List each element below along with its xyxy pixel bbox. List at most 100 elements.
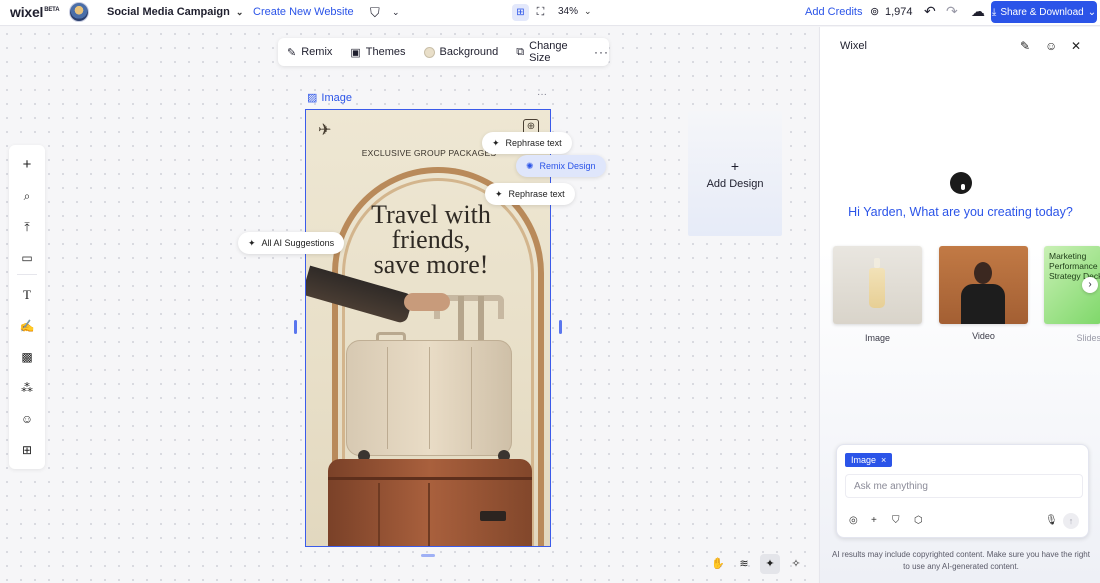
design-headline[interactable]: Travel with friends, save more! <box>336 202 526 278</box>
divider <box>17 274 37 275</box>
draw-icon[interactable]: ✍ <box>9 316 45 336</box>
grid-view-icon[interactable]: ⊞ <box>512 4 529 21</box>
shapes-icon[interactable]: ⁂ <box>9 378 45 398</box>
create-website-link[interactable]: Create New Website <box>253 6 354 18</box>
focus-frame-icon[interactable]: ⛶ <box>532 4 549 21</box>
layers-icon[interactable]: ≋ <box>734 554 754 574</box>
media-icon[interactable]: ▩ <box>9 347 45 367</box>
project-name-dropdown[interactable]: Social Media Campaign ⌄ <box>107 6 243 18</box>
chip-close-icon[interactable]: × <box>881 455 886 465</box>
ai-sparkle-icon[interactable]: ✦ <box>760 554 780 574</box>
share-download-button[interactable]: ⤓ Share & Download ⌄ <box>991 1 1097 23</box>
resize-handle-right[interactable] <box>559 320 562 334</box>
sparkle-icon: ✦ <box>495 188 503 199</box>
background-button[interactable]: Background <box>415 46 508 58</box>
image-card-label: Image <box>864 333 890 343</box>
undo-icon[interactable]: ↶ <box>924 3 936 20</box>
canvas[interactable]: ✎ Remix ▣ Themes Background ⧉ Change Size ·… <box>0 27 818 583</box>
close-icon[interactable]: ✕ <box>1071 39 1081 53</box>
video-card[interactable] <box>939 246 1028 324</box>
smile-icon[interactable]: ☺ <box>1045 39 1057 53</box>
person-head <box>974 262 992 284</box>
traveler-hand <box>404 293 450 311</box>
luggage-pole <box>458 296 464 346</box>
chevron-down-icon: ⌄ <box>235 7 244 17</box>
chevron-down-icon: ⌄ <box>584 6 592 16</box>
resize-handle-left[interactable] <box>294 320 297 334</box>
remix-icon: ✎ <box>287 46 297 59</box>
ai-disclaimer: AI results may include copyrighted conte… <box>832 550 1090 571</box>
chevron-down-icon[interactable]: ⌄ <box>392 7 400 18</box>
ai-assistant-panel: Wixel ✎ ☺ ✕ Hi Yarden, What are you crea… <box>819 27 1100 583</box>
new-chat-icon[interactable]: ✎ <box>1020 39 1030 53</box>
resize-handle-bottom[interactable] <box>421 554 435 557</box>
suitcase-rib <box>471 347 472 449</box>
context-chip[interactable]: Image × <box>845 453 893 467</box>
folder-icon[interactable]: ▭ <box>9 248 45 268</box>
chevron-down-icon: ⌄ <box>1087 6 1097 18</box>
image-card[interactable] <box>833 246 922 324</box>
add-icon[interactable]: + <box>9 155 45 175</box>
upload-icon[interactable]: ⤒ <box>9 217 45 237</box>
suitcase-rib <box>428 483 430 546</box>
change-size-button[interactable]: ⧉ Change Size <box>507 40 591 64</box>
cloud-save-icon[interactable]: ☁ <box>971 3 985 20</box>
more-options-icon[interactable]: ··· <box>594 45 609 59</box>
hand-tool-icon[interactable]: ✋ <box>708 554 728 574</box>
chat-composer: Image× ◎ + ⛉ ⬡ 🎙 ↑ <box>836 444 1089 538</box>
serum-bottle <box>869 258 885 308</box>
add-design-label: Add Design <box>706 177 764 190</box>
left-toolbar: + ⌕ ⤒ ▭ T ✍ ▩ ⁂ ☺ ⊞ <box>9 145 45 469</box>
assistant-logo-icon <box>950 172 972 194</box>
top-bar: wixelBETA Social Media Campaign ⌄ Create … <box>0 0 1100 26</box>
zoom-dropdown[interactable]: 34% ⌄ <box>558 6 592 17</box>
zoom-level: 34% <box>558 6 579 17</box>
emoji-icon[interactable]: ☺ <box>9 409 45 429</box>
selection-more-icon[interactable]: ··· <box>537 89 547 100</box>
person-body <box>961 284 1005 324</box>
text-icon[interactable]: T <box>9 285 45 305</box>
selection-label: ▨ Image <box>307 91 352 105</box>
user-avatar[interactable] <box>69 2 89 22</box>
credits-icon: ⊚ <box>870 6 880 18</box>
remix-icon: ✺ <box>526 160 534 171</box>
plus-icon: + <box>730 157 740 174</box>
download-icon: ⤓ <box>991 6 997 18</box>
sparkle-icon: ✦ <box>248 237 256 248</box>
themes-button[interactable]: ▣ Themes <box>341 46 414 59</box>
background-swatch <box>423 46 435 58</box>
add-credits-link[interactable]: Add Credits <box>805 6 862 18</box>
suitcase-rib <box>429 347 430 449</box>
chat-input[interactable] <box>845 474 1083 498</box>
image-icon: ▨ <box>307 92 318 104</box>
microphone-icon[interactable]: 🎙 <box>1045 515 1058 526</box>
all-ai-suggestions-pill[interactable]: ✦ All AI Suggestions <box>238 232 345 254</box>
apps-icon[interactable]: ⊞ <box>9 440 45 460</box>
magic-icon[interactable]: ✧ <box>786 554 806 574</box>
resize-icon: ⧉ <box>516 45 525 58</box>
send-icon[interactable]: ↑ <box>1063 513 1079 529</box>
remix-design-pill[interactable]: ✺ Remix Design <box>516 155 606 177</box>
credits-count: 1,974 <box>885 6 913 18</box>
brown-suitcase <box>328 459 532 546</box>
video-card-label: Video <box>972 331 995 341</box>
theme-icon[interactable]: ⛉ <box>370 5 380 21</box>
rephrase-text-pill[interactable]: ✦ Rephrase text <box>485 183 575 205</box>
themes-icon: ▣ <box>350 46 361 59</box>
theme-icon[interactable]: ⛉ <box>892 515 900 526</box>
cube-icon[interactable]: ⬡ <box>914 515 923 526</box>
app-logo[interactable]: wixelBETA <box>10 4 60 20</box>
remix-button[interactable]: ✎ Remix <box>278 46 341 59</box>
chevron-right-icon[interactable]: › <box>1082 277 1098 293</box>
plane-icon: ✈ <box>318 122 332 139</box>
add-design-button[interactable]: + Add Design <box>688 111 782 236</box>
greeting: Hi Yarden, What are you creating today? <box>848 205 1073 219</box>
redo-icon[interactable]: ↷ <box>946 3 958 20</box>
search-icon[interactable]: ⌕ <box>9 186 45 206</box>
plus-icon[interactable]: + <box>871 515 877 526</box>
beta-badge: BETA <box>44 7 60 13</box>
target-icon[interactable]: ◎ <box>849 515 858 526</box>
rephrase-text-pill[interactable]: ✦ Rephrase text <box>482 132 572 154</box>
design-frame[interactable]: ✈ ⊕ EXCLUSIVE GROUP PACKAGES Travel with… <box>305 109 551 547</box>
suitcase-rib <box>378 483 380 546</box>
